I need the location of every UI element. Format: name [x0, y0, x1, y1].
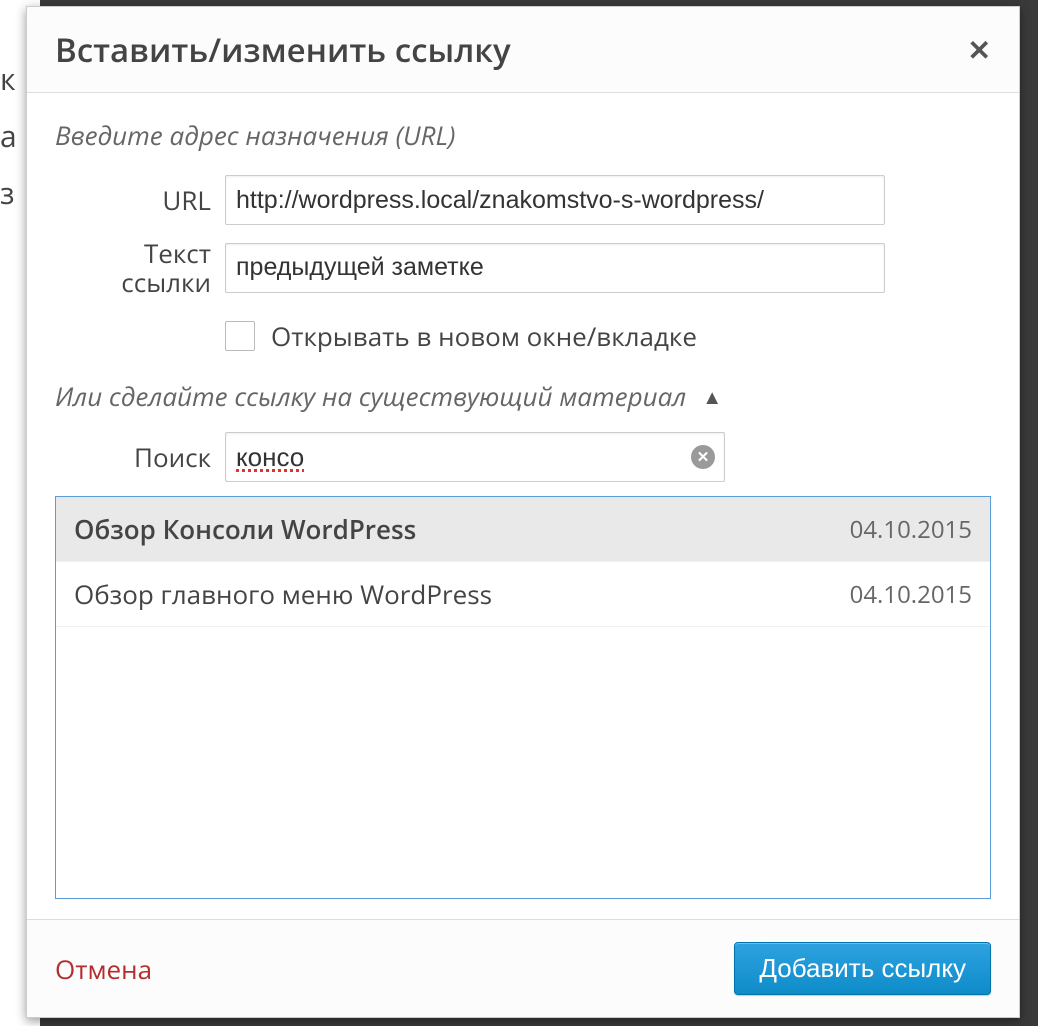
search-row: Поиск ✕: [55, 432, 991, 482]
modal-backdrop: к а з Вставить/изменить ссылку ✕ Введите…: [0, 0, 1038, 1026]
existing-content-toggle[interactable]: Или сделайте ссылку на существующий мате…: [55, 378, 991, 414]
clear-search-icon[interactable]: ✕: [691, 445, 715, 469]
chevron-up-icon: ▲: [702, 383, 722, 410]
modal-body: Введите адрес назначения (URL) URL Текст…: [27, 93, 1019, 919]
modal-header: Вставить/изменить ссылку ✕: [27, 7, 1019, 93]
search-result-item[interactable]: Обзор главного меню WordPress 04.10.2015: [56, 562, 990, 627]
url-section-label: Введите адрес назначения (URL): [55, 117, 991, 153]
modal-title: Вставить/изменить ссылку: [55, 27, 511, 72]
search-input[interactable]: [225, 432, 725, 482]
url-label: URL: [55, 186, 225, 215]
link-text-input[interactable]: [225, 243, 885, 293]
link-text-label: Текст ссылки: [55, 239, 225, 296]
new-tab-row[interactable]: Открывать в новом окне/вкладке: [225, 318, 991, 354]
add-link-button[interactable]: Добавить ссылку: [734, 942, 991, 995]
result-title: Обзор главного меню WordPress: [74, 576, 492, 612]
search-results-list[interactable]: Обзор Консоли WordPress 04.10.2015 Обзор…: [55, 496, 991, 899]
search-label: Поиск: [55, 443, 225, 472]
existing-content-label: Или сделайте ссылку на существующий мате…: [55, 378, 686, 414]
modal-footer: Отмена Добавить ссылку: [27, 919, 1019, 1017]
url-input[interactable]: [225, 175, 885, 225]
search-result-item[interactable]: Обзор Консоли WordPress 04.10.2015: [56, 497, 990, 562]
result-date: 04.10.2015: [850, 578, 972, 611]
search-input-wrap: ✕: [225, 432, 725, 482]
close-icon[interactable]: ✕: [968, 36, 991, 64]
link-text-row: Текст ссылки: [55, 239, 991, 296]
url-row: URL: [55, 175, 991, 225]
new-tab-checkbox[interactable]: [225, 321, 255, 351]
cancel-button[interactable]: Отмена: [55, 951, 152, 987]
result-date: 04.10.2015: [850, 513, 972, 546]
new-tab-label: Открывать в новом окне/вкладке: [271, 318, 697, 354]
result-title: Обзор Консоли WordPress: [74, 511, 416, 547]
insert-link-modal: Вставить/изменить ссылку ✕ Введите адрес…: [26, 6, 1020, 1018]
